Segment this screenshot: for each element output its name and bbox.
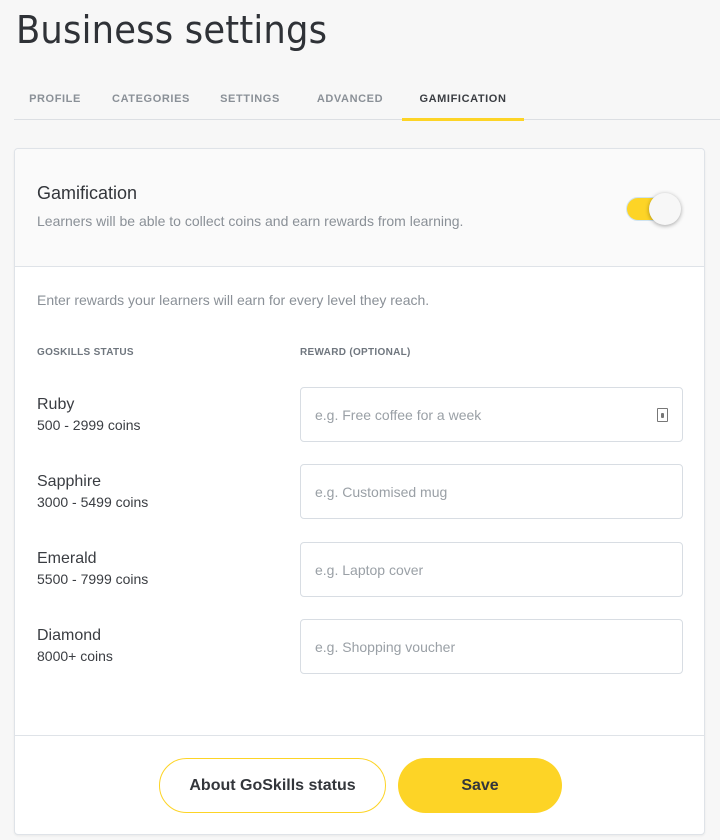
gamification-toggle[interactable] — [627, 193, 683, 225]
reward-input-diamond[interactable] — [300, 619, 683, 674]
column-header-status: GOSKILLS STATUS — [37, 347, 134, 358]
reward-input-ruby[interactable] — [300, 387, 683, 442]
tab-advanced[interactable]: ADVANCED — [300, 78, 400, 119]
column-header-reward: REWARD (OPTIONAL) — [300, 347, 411, 358]
gamification-card: Gamification Learners will be able to co… — [14, 148, 705, 835]
autofill-contact-icon[interactable] — [657, 408, 668, 422]
level-diamond: Diamond 8000+ coins — [37, 626, 113, 666]
save-button[interactable]: Save — [398, 758, 562, 813]
level-range: 500 - 2999 coins — [37, 417, 141, 433]
level-emerald: Emerald 5500 - 7999 coins — [37, 549, 148, 589]
reward-input-sapphire[interactable] — [300, 464, 683, 519]
level-name: Diamond — [37, 627, 102, 644]
level-name: Ruby — [37, 396, 75, 413]
toggle-knob[interactable] — [649, 193, 681, 225]
footer-divider — [15, 735, 704, 736]
level-sapphire: Sapphire 3000 - 5499 coins — [37, 472, 148, 512]
tab-categories[interactable]: CATEGORIES — [96, 78, 206, 119]
gamification-header: Gamification Learners will be able to co… — [15, 149, 704, 267]
settings-tabs: PROFILE CATEGORIES SETTINGS ADVANCED GAM… — [14, 78, 720, 121]
level-ruby: Ruby 500 - 2999 coins — [37, 395, 141, 435]
about-goskills-status-button[interactable]: About GoSkills status — [159, 758, 386, 813]
reward-input-emerald[interactable] — [300, 542, 683, 597]
page-title: Business settings — [16, 8, 328, 52]
level-range: 3000 - 5499 coins — [37, 494, 149, 510]
rewards-intro: Enter rewards your learners will earn fo… — [37, 292, 430, 308]
gamification-description: Learners will be able to collect coins a… — [37, 213, 464, 229]
level-range: 8000+ coins — [37, 648, 113, 664]
gamification-title: Gamification — [37, 183, 138, 203]
level-name: Emerald — [37, 550, 97, 567]
tab-profile[interactable]: PROFILE — [14, 78, 96, 119]
tab-settings[interactable]: SETTINGS — [206, 78, 294, 119]
level-name: Sapphire — [37, 473, 102, 490]
tab-gamification[interactable]: GAMIFICATION — [402, 78, 524, 121]
level-range: 5500 - 7999 coins — [37, 571, 149, 587]
